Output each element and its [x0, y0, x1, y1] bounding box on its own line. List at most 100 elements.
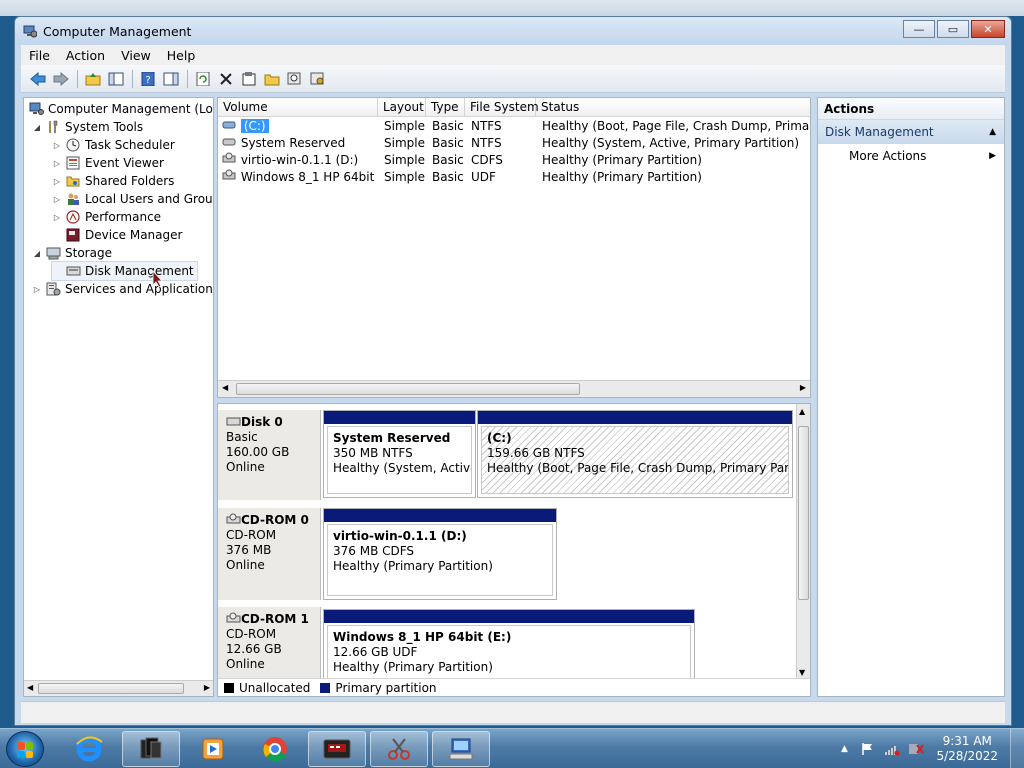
- minimize-icon: —: [913, 22, 925, 36]
- delete-icon: [219, 72, 232, 85]
- unallocated-swatch: [224, 682, 234, 693]
- actions-section-disk-management[interactable]: Disk Management ▲: [818, 120, 1004, 144]
- menu-action[interactable]: Action: [58, 48, 113, 63]
- delete-button[interactable]: [215, 68, 236, 89]
- table-row[interactable]: (C:) Simple Basic NTFS Healthy (Boot, Pa…: [218, 118, 810, 135]
- primary-partition-bar: [324, 509, 556, 522]
- disk-view-vertical-scrollbar[interactable]: ▲ ▼: [796, 404, 810, 680]
- disk-view-scroll-thumb[interactable]: [798, 426, 809, 600]
- forward-button[interactable]: [50, 68, 71, 89]
- settings-button[interactable]: [307, 68, 328, 89]
- column-header-file-system[interactable]: File System: [465, 98, 539, 117]
- tree-item-storage[interactable]: ◢ Storage: [32, 244, 112, 262]
- table-row[interactable]: Windows 8_1 HP 64bit (E:) Simple Basic U…: [218, 169, 810, 186]
- help-button[interactable]: ?: [137, 68, 158, 89]
- column-header-volume[interactable]: Volume: [218, 98, 378, 117]
- collapsed-arrow-icon[interactable]: ▷: [52, 159, 62, 168]
- search-button[interactable]: [284, 68, 305, 89]
- toolbar-separator: [187, 69, 188, 88]
- scroll-up-arrow-icon[interactable]: ▲: [799, 407, 805, 416]
- tree-item-shared-folders[interactable]: ▷ Shared Folders: [52, 172, 174, 190]
- show-hide-tree-button[interactable]: [105, 68, 126, 89]
- show-hidden-icons-button[interactable]: ▲: [835, 740, 853, 758]
- maximize-button[interactable]: ▭: [937, 20, 969, 38]
- up-one-level-button[interactable]: [82, 68, 103, 89]
- partition-c[interactable]: (C:) 159.66 GB NTFS Healthy (Boot, Page …: [477, 410, 793, 498]
- volume-list-horizontal-scrollbar[interactable]: ◀ ▶: [218, 380, 810, 397]
- scroll-down-arrow-icon[interactable]: ▼: [799, 668, 805, 677]
- start-button[interactable]: [6, 731, 44, 767]
- hard-disk-icon: [226, 415, 241, 429]
- collapse-up-icon[interactable]: ▲: [989, 120, 996, 144]
- action-center-icon[interactable]: [859, 740, 877, 758]
- tree-item-device-manager[interactable]: Device Manager: [52, 226, 182, 244]
- disk-label-disk-0[interactable]: Disk 0 Basic 160.00 GB Online: [218, 410, 321, 500]
- tree-item-system-tools[interactable]: ◢ System Tools: [32, 118, 143, 136]
- show-desktop-button[interactable]: [1010, 729, 1024, 768]
- tree-item-services-and-applications[interactable]: ▷ Services and Applications: [32, 280, 213, 298]
- tree-item-task-scheduler[interactable]: ▷ Task Scheduler: [52, 136, 175, 154]
- minimize-button[interactable]: —: [903, 20, 935, 38]
- scroll-right-arrow-icon[interactable]: ▶: [204, 683, 210, 692]
- partition-d[interactable]: virtio-win-0.1.1 (D:) 376 MB CDFS Health…: [323, 508, 557, 600]
- search-icon: [287, 72, 300, 84]
- menu-file[interactable]: File: [21, 48, 58, 63]
- tree-scroll-thumb[interactable]: [38, 683, 184, 694]
- scroll-left-arrow-icon[interactable]: ◀: [27, 683, 33, 692]
- cd-drive-icon: [226, 612, 241, 626]
- taskbar-media-player[interactable]: [184, 731, 242, 767]
- partition-system-reserved[interactable]: System Reserved 350 MB NTFS Healthy (Sys…: [323, 410, 476, 498]
- column-header-type[interactable]: Type: [426, 98, 465, 117]
- chrome-icon: [263, 737, 287, 762]
- taskbar-clock[interactable]: 9:31 AM 5/28/2022: [936, 734, 998, 764]
- disk-label-cdrom-0[interactable]: CD-ROM 0 CD-ROM 376 MB Online: [218, 508, 321, 600]
- console-tree: Computer Management (Local ◢ System Tool…: [23, 97, 214, 697]
- volume-list-scroll-thumb[interactable]: [236, 383, 580, 395]
- tree-item-local-users-and-groups[interactable]: ▷ Local Users and Groups: [52, 190, 213, 208]
- expanded-arrow-icon[interactable]: ◢: [32, 123, 42, 132]
- properties-button[interactable]: [238, 68, 259, 89]
- collapsed-arrow-icon[interactable]: ▷: [52, 195, 62, 204]
- taskbar: ▲ 9:31 AM 5/28/2022: [0, 728, 1024, 768]
- tree-horizontal-scrollbar[interactable]: ◀ ▶: [24, 680, 213, 696]
- internet-explorer-icon: [76, 736, 103, 762]
- clock-time: 9:31 AM: [942, 734, 992, 748]
- menu-view[interactable]: View: [113, 48, 159, 63]
- taskbar-computer-management[interactable]: [308, 731, 366, 767]
- menu-help[interactable]: Help: [159, 48, 204, 63]
- taskbar-chrome[interactable]: [246, 731, 304, 767]
- taskbar-network-app[interactable]: [432, 731, 490, 767]
- collapsed-arrow-icon[interactable]: ▷: [52, 141, 62, 150]
- title-bar[interactable]: Computer Management — ▭ ✕: [15, 17, 1011, 45]
- network-status-icon[interactable]: [883, 740, 901, 758]
- tree-item-disk-management[interactable]: Disk Management: [51, 261, 198, 281]
- help-icon: ?: [141, 71, 154, 86]
- scroll-right-arrow-icon[interactable]: ▶: [800, 383, 806, 392]
- more-actions-link[interactable]: More Actions ▶: [818, 144, 1004, 168]
- back-button[interactable]: [27, 68, 48, 89]
- refresh-button[interactable]: [192, 68, 213, 89]
- taskbar-windows-explorer[interactable]: [122, 731, 180, 767]
- primary-partition-swatch: [320, 682, 331, 693]
- collapsed-arrow-icon[interactable]: ▷: [32, 285, 42, 294]
- column-header-layout[interactable]: Layout: [378, 98, 426, 117]
- volume-muted-icon[interactable]: [907, 740, 925, 758]
- table-row[interactable]: System Reserved Simple Basic NTFS Health…: [218, 135, 810, 152]
- tree-item-event-viewer[interactable]: ▷ Event Viewer: [52, 154, 164, 172]
- expanded-arrow-icon[interactable]: ◢: [32, 249, 42, 258]
- collapsed-arrow-icon[interactable]: ▷: [52, 177, 62, 186]
- column-header-status[interactable]: Status: [536, 98, 810, 117]
- table-row[interactable]: virtio-win-0.1.1 (D:) Simple Basic CDFS …: [218, 152, 810, 169]
- tree-item-performance[interactable]: ▷ Performance: [52, 208, 161, 226]
- taskbar-internet-explorer[interactable]: [60, 731, 118, 767]
- collapsed-arrow-icon[interactable]: ▷: [52, 213, 62, 222]
- disk-row-cdrom-0: CD-ROM 0 CD-ROM 376 MB Online virtio-win…: [218, 508, 798, 600]
- close-button[interactable]: ✕: [971, 20, 1005, 38]
- scroll-left-arrow-icon[interactable]: ◀: [222, 383, 228, 392]
- snipping-tool-icon: [388, 738, 410, 760]
- open-button[interactable]: [261, 68, 282, 89]
- tree-item-computer-management[interactable]: Computer Management (Local: [28, 100, 213, 118]
- show-hide-action-pane-button[interactable]: [160, 68, 181, 89]
- toolbar-separator: [77, 69, 78, 88]
- taskbar-snipping-tool[interactable]: [370, 731, 428, 767]
